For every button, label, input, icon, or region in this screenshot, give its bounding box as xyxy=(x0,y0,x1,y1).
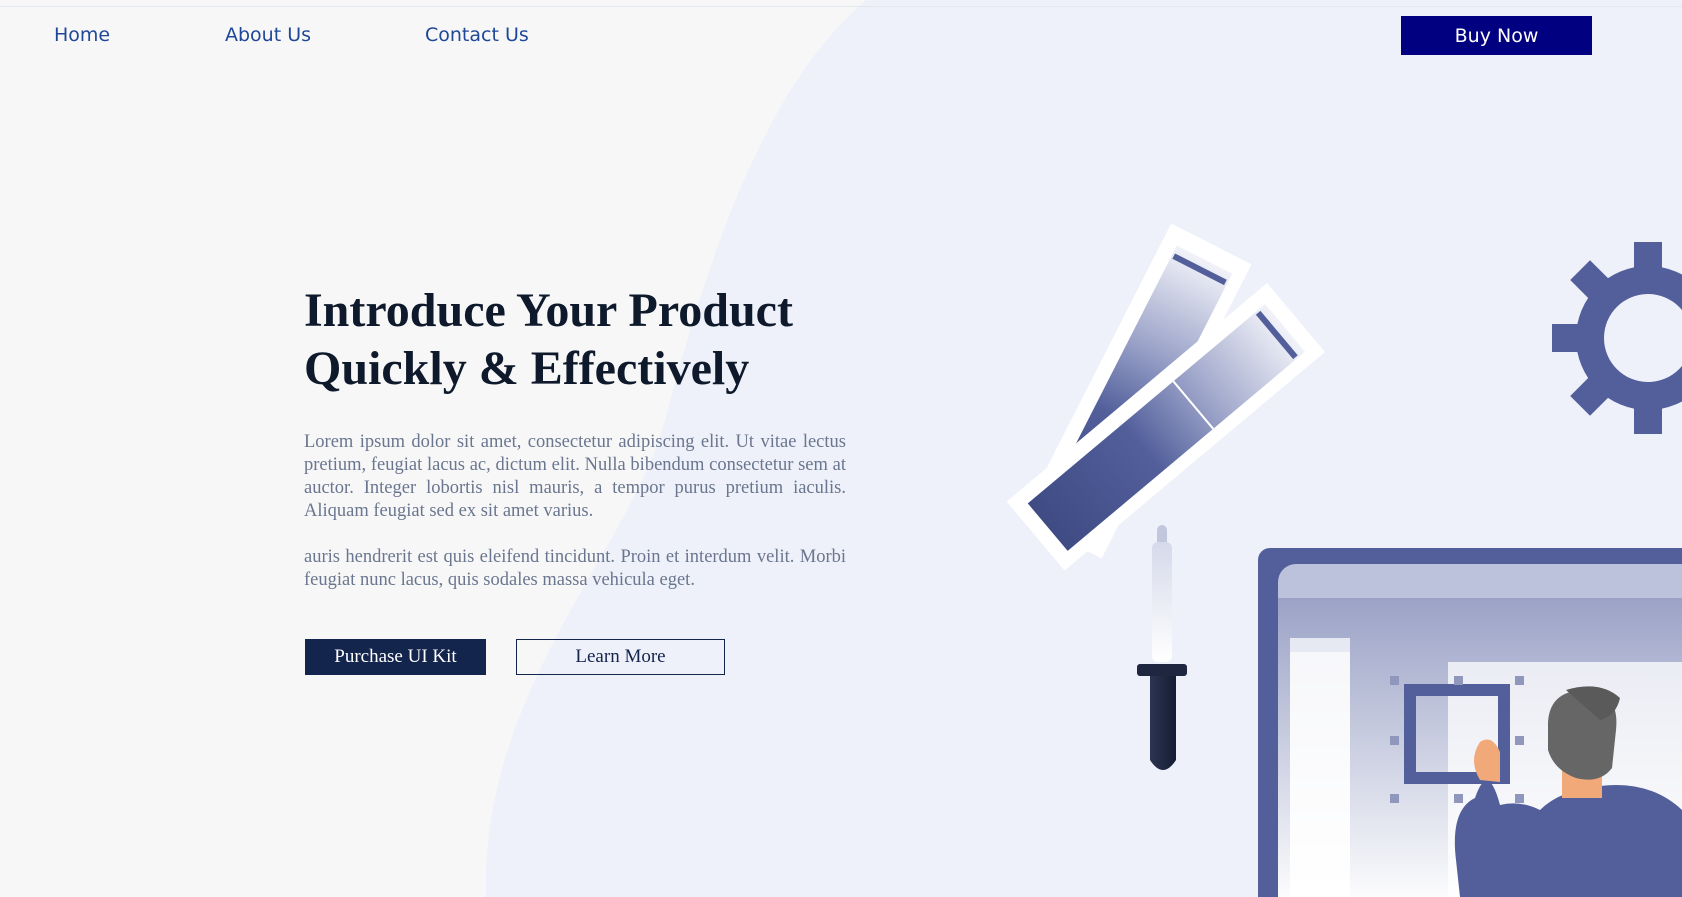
hero-paragraph-1: Lorem ipsum dolor sit amet, consectetur … xyxy=(304,432,846,521)
gear-icon xyxy=(1552,242,1682,434)
color-swatches-icon xyxy=(1006,223,1325,571)
top-border-line xyxy=(0,6,1682,7)
nav-home-link[interactable]: Home xyxy=(54,24,110,46)
purchase-ui-kit-button[interactable]: Purchase UI Kit xyxy=(305,639,486,675)
eyedropper-icon xyxy=(1137,525,1187,770)
landing-page: Home About Us Contact Us Buy Now Introdu… xyxy=(0,0,1682,897)
hero-title-line-1: Introduce Your Product xyxy=(304,284,793,337)
hero-title: Introduce Your Product Quickly & Effecti… xyxy=(304,282,864,398)
nav-about-link[interactable]: About Us xyxy=(225,24,311,46)
learn-more-button[interactable]: Learn More xyxy=(516,639,725,675)
buy-now-button[interactable]: Buy Now xyxy=(1401,16,1592,55)
hero-paragraph-2: auris hendrerit est quis eleifend tincid… xyxy=(304,547,846,590)
hero-illustration xyxy=(1006,223,1682,897)
nav-contact-link[interactable]: Contact Us xyxy=(425,24,529,46)
hero-title-line-2: Quickly & Effectively xyxy=(304,342,750,395)
